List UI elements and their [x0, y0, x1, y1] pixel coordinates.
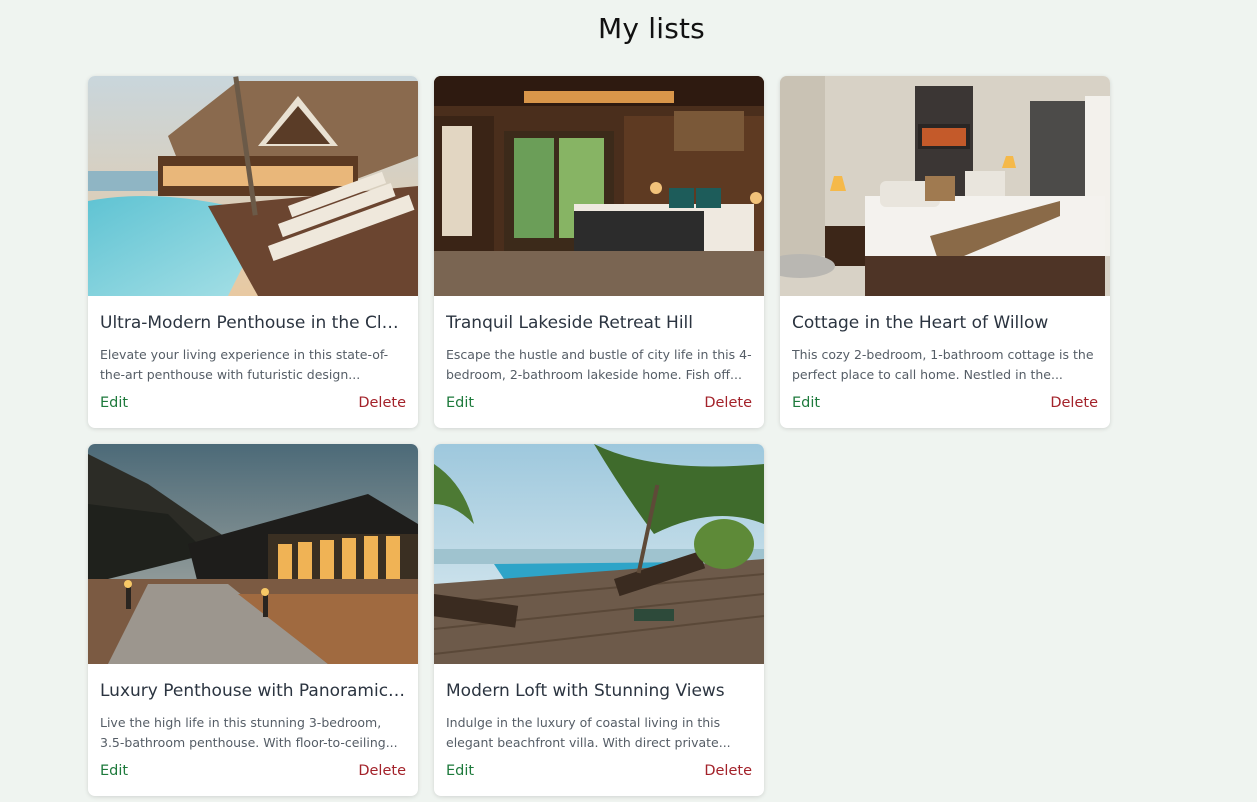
card-actions: Edit Delete: [446, 395, 752, 411]
card-actions: Edit Delete: [100, 395, 406, 411]
listing-title: Luxury Penthouse with Panoramic ...: [100, 681, 406, 701]
listing-title: Tranquil Lakeside Retreat Hill: [446, 313, 693, 333]
listing-card[interactable]: Ultra-Modern Penthouse in the Clo... Ele…: [88, 76, 418, 428]
delete-button[interactable]: Delete: [1050, 395, 1098, 411]
card-body: Luxury Penthouse with Panoramic ... Live…: [88, 664, 418, 796]
card-actions: Edit Delete: [792, 395, 1098, 411]
delete-button[interactable]: Delete: [704, 395, 752, 411]
listing-title: Cottage in the Heart of Willow: [792, 313, 1049, 333]
edit-button[interactable]: Edit: [100, 395, 128, 411]
listing-description: This cozy 2-bedroom, 1-bathroom cottage …: [792, 347, 1094, 382]
page-title: My lists: [598, 12, 705, 45]
edit-button[interactable]: Edit: [100, 763, 128, 779]
listing-card[interactable]: Modern Loft with Stunning Views Indulge …: [434, 444, 764, 796]
listing-description: Indulge in the luxury of coastal living …: [446, 715, 731, 750]
delete-button[interactable]: Delete: [358, 763, 406, 779]
edit-button[interactable]: Edit: [792, 395, 820, 411]
card-body: Cottage in the Heart of Willow This cozy…: [780, 296, 1110, 428]
listing-description: Live the high life in this stunning 3-be…: [100, 715, 398, 750]
card-actions: Edit Delete: [446, 763, 752, 779]
listing-photo[interactable]: [434, 444, 764, 664]
listing-photo[interactable]: [780, 76, 1110, 296]
card-actions: Edit Delete: [100, 763, 406, 779]
listing-photo[interactable]: [88, 444, 418, 664]
listings-grid: Ultra-Modern Penthouse in the Clo... Ele…: [88, 76, 1110, 796]
card-body: Tranquil Lakeside Retreat Hill Escape th…: [434, 296, 764, 428]
delete-button[interactable]: Delete: [358, 395, 406, 411]
card-body: Modern Loft with Stunning Views Indulge …: [434, 664, 764, 796]
listing-title: Ultra-Modern Penthouse in the Clo...: [100, 313, 406, 333]
edit-button[interactable]: Edit: [446, 763, 474, 779]
listing-photo[interactable]: [434, 76, 764, 296]
listing-title: Modern Loft with Stunning Views: [446, 681, 725, 701]
listing-description: Escape the hustle and bustle of city lif…: [446, 347, 752, 382]
listing-photo[interactable]: [88, 76, 418, 296]
listing-card[interactable]: Tranquil Lakeside Retreat Hill Escape th…: [434, 76, 764, 428]
card-body: Ultra-Modern Penthouse in the Clo... Ele…: [88, 296, 418, 428]
listing-card[interactable]: Luxury Penthouse with Panoramic ... Live…: [88, 444, 418, 796]
delete-button[interactable]: Delete: [704, 763, 752, 779]
listing-card[interactable]: Cottage in the Heart of Willow This cozy…: [780, 76, 1110, 428]
edit-button[interactable]: Edit: [446, 395, 474, 411]
listing-description: Elevate your living experience in this s…: [100, 347, 389, 382]
